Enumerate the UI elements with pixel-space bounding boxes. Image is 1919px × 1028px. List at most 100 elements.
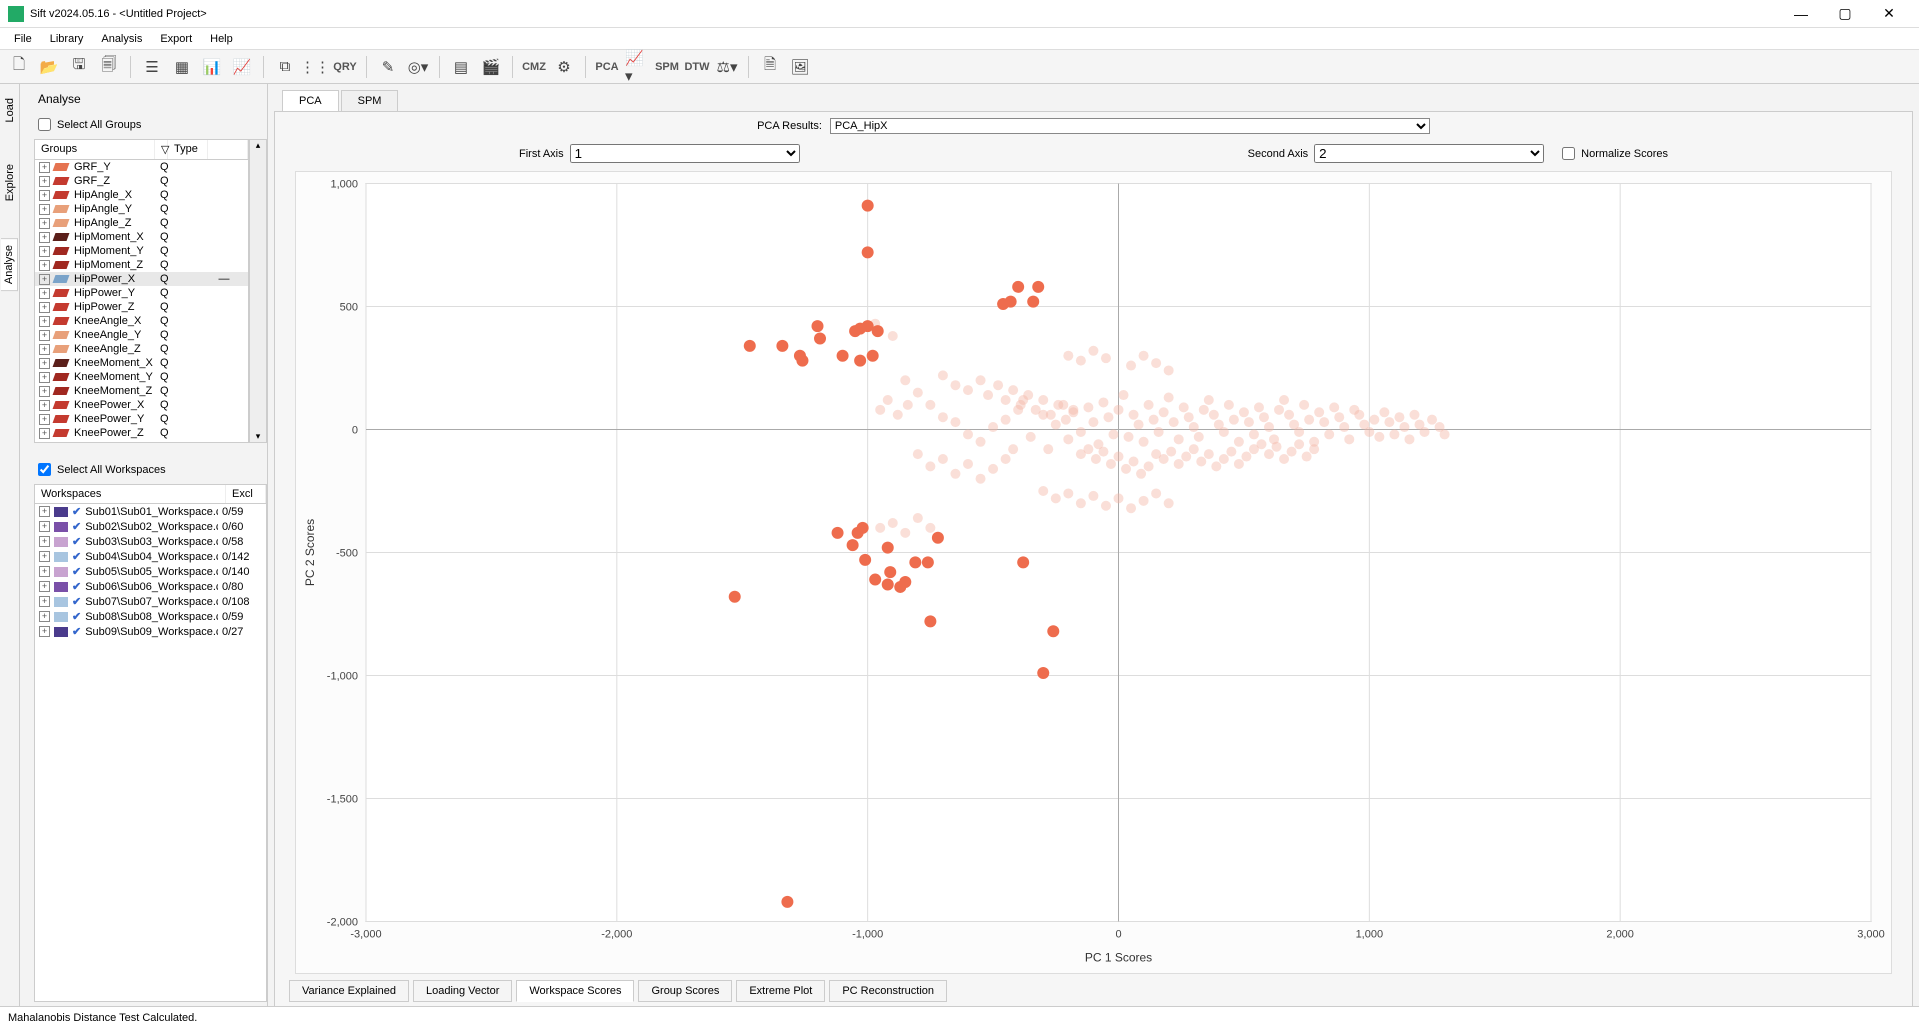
group-row[interactable]: + HipAngle_Y Q <box>35 202 248 216</box>
expand-icon[interactable]: + <box>39 246 50 257</box>
workspace-row[interactable]: + ✔ Sub03\Sub03_Workspace.cmz\ 0/58 <box>35 534 266 549</box>
expand-icon[interactable]: + <box>39 428 50 439</box>
group-row[interactable]: + KneeMoment_X Q <box>35 356 248 370</box>
expand-icon[interactable]: + <box>39 218 50 229</box>
btab-pc-recon[interactable]: PC Reconstruction <box>829 980 947 1002</box>
expand-icon[interactable]: + <box>39 302 50 313</box>
menu-help[interactable]: Help <box>202 31 241 47</box>
menu-file[interactable]: File <box>6 31 40 47</box>
balance-icon[interactable]: ⚖▾ <box>714 54 740 80</box>
group-row[interactable]: + KneeAngle_Z Q <box>35 342 248 356</box>
group-row[interactable]: + KneeAngle_X Q <box>35 314 248 328</box>
workspace-row[interactable]: + ✔ Sub06\Sub06_Workspace.cmz\ 0/80 <box>35 579 266 594</box>
open-icon[interactable]: 📂 <box>36 54 62 80</box>
group-row[interactable]: + HipPower_X Q — <box>35 272 248 286</box>
expand-icon[interactable]: + <box>39 204 50 215</box>
scatter-plot[interactable]: -3,000-2,000-1,00001,0002,0003,000-2,000… <box>296 172 1891 973</box>
tab-pca[interactable]: PCA <box>282 90 339 111</box>
group-row[interactable]: + HipMoment_Y Q <box>35 244 248 258</box>
expand-icon[interactable]: + <box>39 316 50 327</box>
cmz-icon[interactable]: CMZ <box>521 54 547 80</box>
left-tab-explore[interactable]: Explore <box>2 158 18 207</box>
left-tab-analyse[interactable]: Analyse <box>1 238 18 291</box>
menu-library[interactable]: Library <box>42 31 92 47</box>
workspace-row[interactable]: + ✔ Sub04\Sub04_Workspace.cmz\ 0/142 <box>35 549 266 564</box>
btab-variance[interactable]: Variance Explained <box>289 980 409 1002</box>
pca-results-select[interactable]: PCA_HipX <box>830 118 1430 134</box>
ws-col-name[interactable]: Workspaces <box>35 485 226 503</box>
expand-icon[interactable]: + <box>39 536 50 547</box>
expand-icon[interactable]: + <box>39 611 50 622</box>
clapper-icon[interactable]: 🎬 <box>478 54 504 80</box>
group-row[interactable]: + HipAngle_Z Q <box>35 216 248 230</box>
expand-icon[interactable]: + <box>39 414 50 425</box>
expand-icon[interactable]: + <box>39 596 50 607</box>
expand-icon[interactable]: + <box>39 358 50 369</box>
export-doc-icon[interactable]: 🗎 <box>757 54 783 80</box>
expand-icon[interactable]: + <box>39 330 50 341</box>
groups-scrollbar[interactable]: ▴▾ <box>249 139 267 443</box>
expand-icon[interactable]: + <box>39 506 50 517</box>
first-axis-select[interactable]: 1 <box>570 144 800 163</box>
edit-line-icon[interactable]: ✎ <box>375 54 401 80</box>
select-all-groups-checkbox[interactable] <box>38 118 51 131</box>
tree-icon[interactable]: ⧉ <box>272 54 298 80</box>
btab-extreme[interactable]: Extreme Plot <box>736 980 825 1002</box>
group-row[interactable]: + KneeMoment_Y Q <box>35 370 248 384</box>
workspace-row[interactable]: + ✔ Sub01\Sub01_Workspace.cmz\ 0/59 <box>35 504 266 519</box>
btab-group-scores[interactable]: Group Scores <box>638 980 732 1002</box>
dtw-icon[interactable]: DTW <box>684 54 710 80</box>
target-icon[interactable]: ◎▾ <box>405 54 431 80</box>
expand-icon[interactable]: + <box>39 386 50 397</box>
groups-col-filter[interactable]: ▽ <box>155 140 168 159</box>
expand-icon[interactable]: + <box>39 190 50 201</box>
expand-icon[interactable]: + <box>39 566 50 577</box>
menu-analysis[interactable]: Analysis <box>93 31 150 47</box>
group-row[interactable]: + HipMoment_Z Q <box>35 258 248 272</box>
groups-col-type[interactable]: Type <box>168 140 208 159</box>
table-icon[interactable]: ▦ <box>169 54 195 80</box>
chart-icon[interactable]: 📊 <box>199 54 225 80</box>
workspace-row[interactable]: + ✔ Sub07\Sub07_Workspace.cmz\ 0/108 <box>35 594 266 609</box>
expand-icon[interactable]: + <box>39 400 50 411</box>
second-axis-select[interactable]: 2 <box>1314 144 1544 163</box>
cluster-icon[interactable]: ⋮⋮ <box>302 54 328 80</box>
save-icon[interactable]: 🖫 <box>66 54 92 80</box>
expand-icon[interactable]: + <box>39 260 50 271</box>
spm-icon[interactable]: SPM <box>654 54 680 80</box>
close-button[interactable]: ✕ <box>1867 0 1911 28</box>
group-row[interactable]: + GRF_Z Q <box>35 174 248 188</box>
expand-icon[interactable]: + <box>39 274 50 285</box>
workspace-row[interactable]: + ✔ Sub02\Sub02_Workspace.cmz\ 0/60 <box>35 519 266 534</box>
query-icon[interactable]: QRY <box>332 54 358 80</box>
expand-icon[interactable]: + <box>39 626 50 637</box>
minimize-button[interactable]: — <box>1779 0 1823 28</box>
expand-icon[interactable]: + <box>39 288 50 299</box>
expand-icon[interactable]: + <box>39 176 50 187</box>
workspace-row[interactable]: + ✔ Sub05\Sub05_Workspace.cmz\ 0/140 <box>35 564 266 579</box>
group-row[interactable]: + HipAngle_X Q <box>35 188 248 202</box>
group-row[interactable]: + HipMoment_X Q <box>35 230 248 244</box>
settings-icon[interactable]: ☰ <box>139 54 165 80</box>
group-row[interactable]: + KneeMoment_Z Q <box>35 384 248 398</box>
group-row[interactable]: + HipPower_Z Q <box>35 300 248 314</box>
expand-icon[interactable]: + <box>39 232 50 243</box>
export-image-icon[interactable]: 🖼 <box>787 54 813 80</box>
group-row[interactable]: + KneePower_X Q <box>35 398 248 412</box>
new-icon[interactable]: 🗋 <box>6 54 32 80</box>
expand-icon[interactable]: + <box>39 344 50 355</box>
select-all-workspaces-checkbox[interactable] <box>38 463 51 476</box>
grid-icon[interactable]: ▤ <box>448 54 474 80</box>
expand-icon[interactable]: + <box>39 581 50 592</box>
groups-col-name[interactable]: Groups <box>35 140 155 159</box>
ws-col-excl[interactable]: Excl <box>226 485 266 503</box>
trend-icon[interactable]: 📈▾ <box>624 54 650 80</box>
group-row[interactable]: + GRF_Y Q <box>35 160 248 174</box>
groups-col-extra[interactable] <box>208 140 248 159</box>
group-row[interactable]: + HipPower_Y Q <box>35 286 248 300</box>
btab-loading[interactable]: Loading Vector <box>413 980 512 1002</box>
expand-icon[interactable]: + <box>39 162 50 173</box>
group-row[interactable]: + KneePower_Y Q <box>35 412 248 426</box>
expand-icon[interactable]: + <box>39 521 50 532</box>
menu-export[interactable]: Export <box>152 31 200 47</box>
